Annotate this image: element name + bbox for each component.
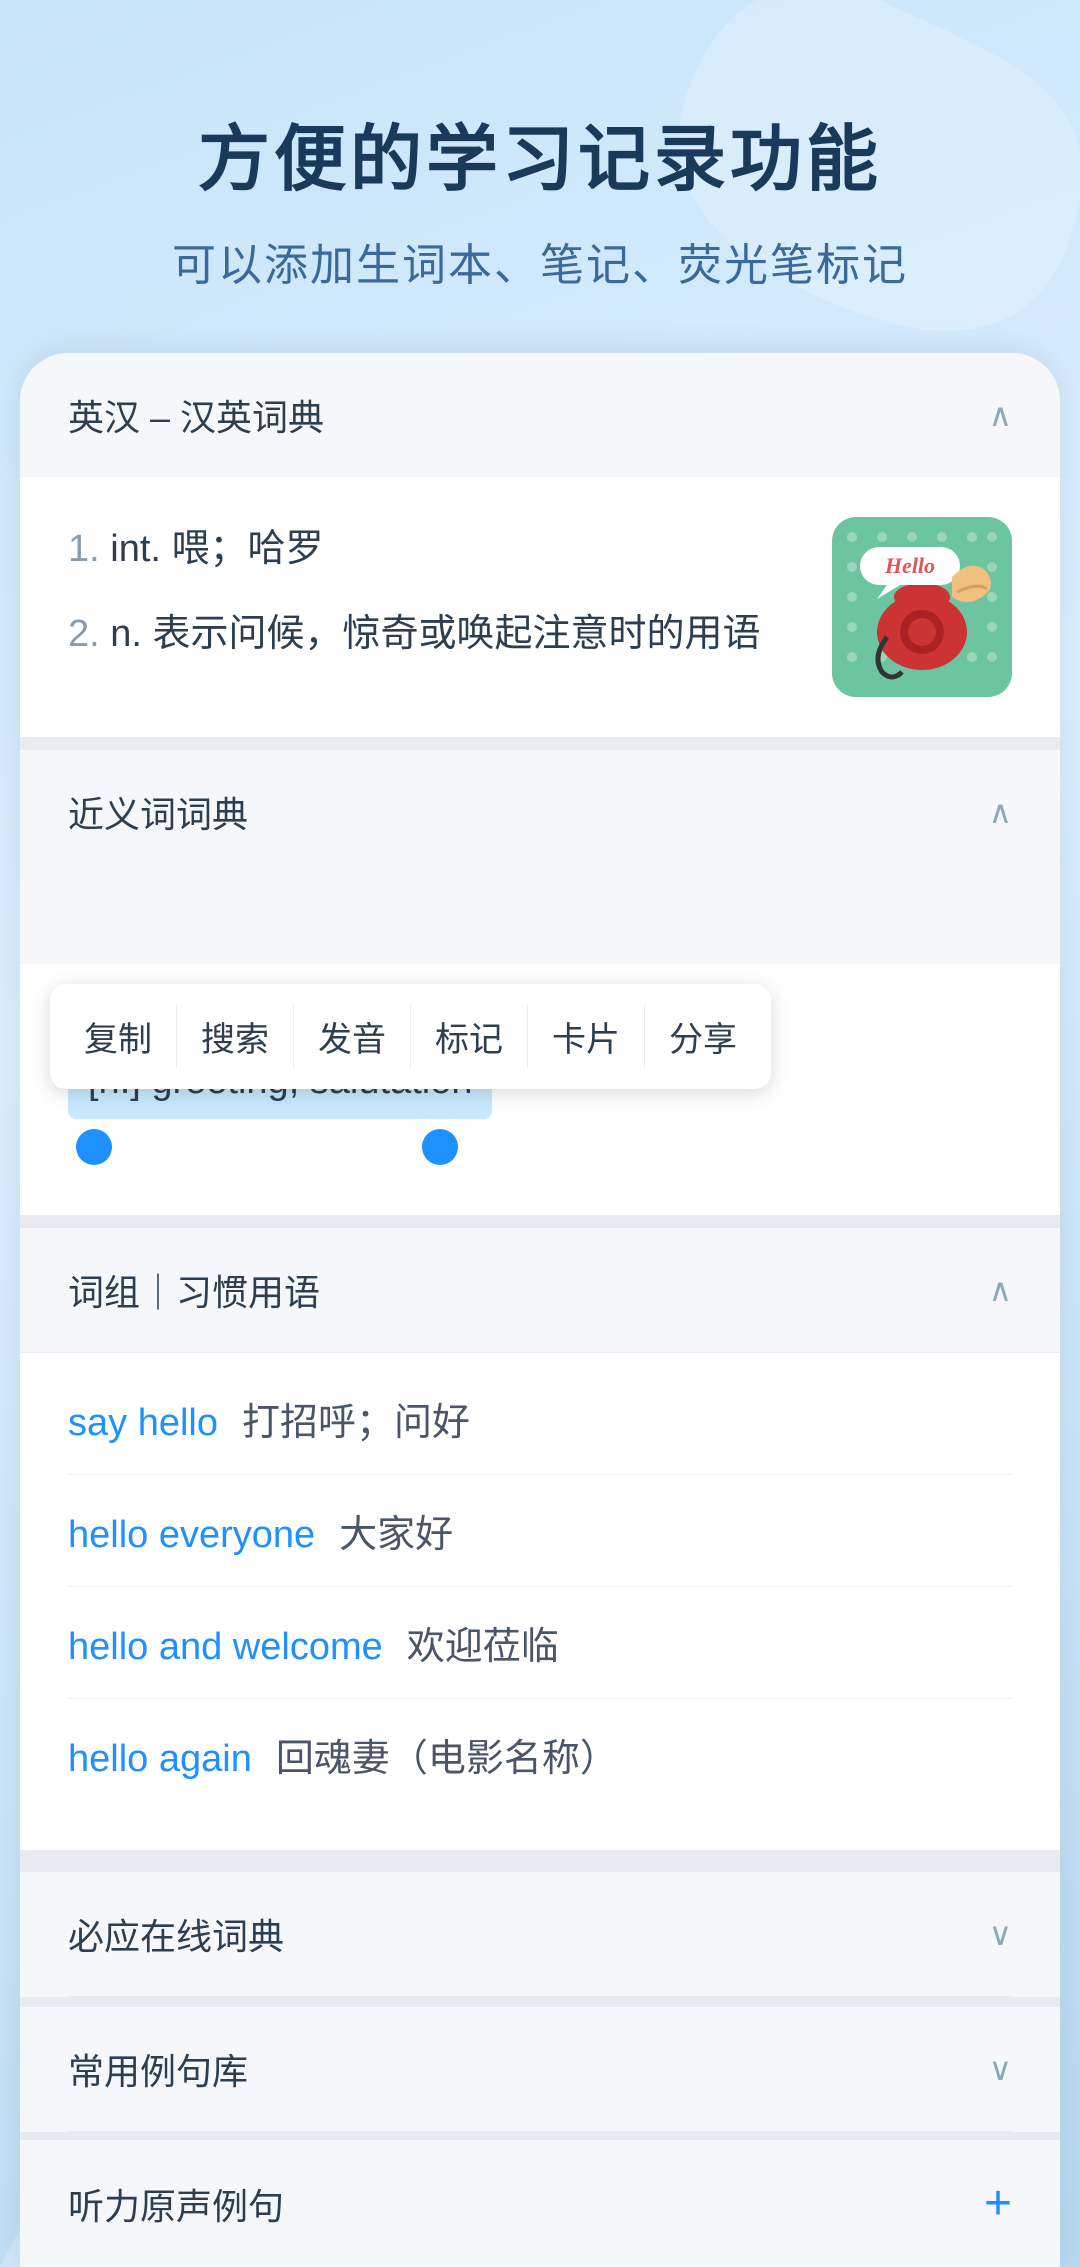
dict-section-title: 英汉 – 汉英词典 — [68, 389, 324, 441]
phrases-separator — [20, 1850, 1060, 1862]
context-menu: 复制 搜索 发音 标记 卡片 分享 — [50, 984, 771, 1089]
examples-chevron-down-icon: ∨ — [989, 2050, 1012, 2088]
context-menu-share[interactable]: 分享 — [645, 1004, 761, 1069]
dict-entry-1: 1. int. 喂；哈罗 — [68, 517, 802, 582]
listening-plus-icon[interactable]: + — [984, 2176, 1012, 2231]
dict-num-2: 2. — [68, 613, 110, 655]
phrase-en-2: hello everyone — [68, 1514, 315, 1557]
dict-section-header[interactable]: 英汉 – 汉英词典 ∧ — [20, 353, 1060, 477]
phrases-section-header[interactable]: 词组｜习惯用语 ∧ — [20, 1227, 1060, 1352]
phrase-zh-1: 打招呼；问好 — [242, 1391, 470, 1446]
phrase-zh-3: 欢迎莅临 — [407, 1615, 559, 1670]
phrase-en-3: hello and welcome — [68, 1626, 383, 1669]
synonym-separator — [20, 1215, 1060, 1227]
dict-pos-1: int. — [110, 528, 171, 570]
header: 方便的学习记录功能 可以添加生词本、笔记、荧光笔标记 — [0, 0, 1080, 353]
handle-left — [76, 1129, 112, 1165]
phrase-row-1[interactable]: say hello 打招呼；问好 — [68, 1363, 1012, 1475]
dict-text: 1. int. 喂；哈罗 2. n. 表示问候，惊奇或唤起注意时的用语 — [68, 517, 802, 686]
examples-section: 常用例句库 ∨ — [20, 1997, 1060, 2131]
phrase-row-4[interactable]: hello again 回魂妻（电影名称） — [68, 1699, 1012, 1810]
dict-row: 1. int. 喂；哈罗 2. n. 表示问候，惊奇或唤起注意时的用语 — [68, 517, 1012, 697]
listening-section-title: 听力原声例句 — [68, 2178, 284, 2230]
dict-entry-2: 2. n. 表示问候，惊奇或唤起注意时的用语 — [68, 602, 802, 667]
phrase-row-2[interactable]: hello everyone 大家好 — [68, 1475, 1012, 1587]
biying-section-header[interactable]: 必应在线词典 ∨ — [20, 1872, 1060, 1996]
dict-chevron-up-icon: ∧ — [989, 396, 1012, 434]
context-menu-pronounce[interactable]: 发音 — [294, 1004, 411, 1069]
phrase-zh-4: 回魂妻（电影名称） — [276, 1727, 618, 1782]
svg-text:Hello: Hello — [884, 553, 935, 578]
examples-section-title: 常用例句库 — [68, 2043, 248, 2095]
examples-section-header[interactable]: 常用例句库 ∨ — [20, 2007, 1060, 2131]
phrase-en-1: say hello — [68, 1402, 218, 1445]
page-subtitle: 可以添加生词本、笔记、荧光笔标记 — [60, 229, 1020, 293]
selection-handles — [76, 1129, 1012, 1165]
synonym-section-title: 近义词词典 — [68, 786, 248, 838]
listening-section-header[interactable]: 听力原声例句 + — [20, 2140, 1060, 2267]
biying-section-title: 必应在线词典 — [68, 1908, 284, 1960]
handle-right — [422, 1129, 458, 1165]
context-menu-copy[interactable]: 复制 — [60, 1004, 177, 1069]
phrases-section-title: 词组｜习惯用语 — [68, 1264, 320, 1316]
context-menu-card[interactable]: 卡片 — [528, 1004, 645, 1069]
hello-illustration: Hello — [832, 517, 1012, 697]
dict-def-2: 表示问候，惊奇或唤起注意时的用语 — [153, 613, 761, 655]
context-menu-mark[interactable]: 标记 — [411, 1004, 528, 1069]
phrase-zh-2: 大家好 — [339, 1503, 453, 1558]
phrases-content: say hello 打招呼；问好 hello everyone 大家好 hell… — [20, 1352, 1060, 1850]
main-card: 英汉 – 汉英词典 ∧ 1. int. 喂；哈罗 2. n. 表示问候，惊奇或唤… — [20, 353, 1060, 2267]
dict-separator — [20, 737, 1060, 749]
synonym-chevron-icon: ∧ — [989, 793, 1012, 831]
phrase-en-4: hello again — [68, 1738, 252, 1781]
page-title: 方便的学习记录功能 — [60, 100, 1020, 205]
phrase-row-3[interactable]: hello and welcome 欢迎莅临 — [68, 1587, 1012, 1699]
synonym-section-header[interactable]: 近义词词典 ∧ — [20, 749, 1060, 874]
dict-content: 1. int. 喂；哈罗 2. n. 表示问候，惊奇或唤起注意时的用语 — [20, 477, 1060, 737]
dict-num-1: 1. — [68, 528, 110, 570]
phrases-chevron-icon: ∧ — [989, 1271, 1012, 1309]
synonym-content: 复制 搜索 发音 标记 卡片 分享 [n.] greeting, salutat… — [20, 964, 1060, 1215]
dict-pos-2: n. — [110, 613, 152, 655]
context-menu-search[interactable]: 搜索 — [177, 1004, 294, 1069]
biying-chevron-down-icon: ∨ — [989, 1915, 1012, 1953]
biying-section: 必应在线词典 ∨ — [20, 1862, 1060, 1996]
dict-def-1: 喂；哈罗 — [172, 528, 324, 570]
listening-section: 听力原声例句 + — [20, 2132, 1060, 2267]
